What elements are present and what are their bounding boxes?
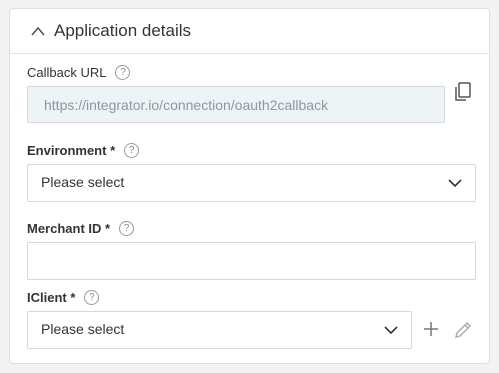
environment-label: Environment *: [27, 143, 116, 158]
plus-icon[interactable]: [423, 321, 439, 337]
chevron-up-icon[interactable]: [30, 25, 46, 37]
application-details-panel: Application details Callback URL ? https…: [9, 8, 490, 364]
iclient-label-row: IClient * ?: [27, 290, 100, 305]
merchant-id-input[interactable]: [27, 242, 476, 280]
chevron-down-icon: [384, 326, 398, 335]
help-icon[interactable]: ?: [115, 65, 131, 80]
iclient-selected-value: Please select: [41, 321, 125, 337]
callback-url-field[interactable]: https://integrator.io/connection/oauth2c…: [27, 86, 445, 123]
panel-header[interactable]: Application details: [10, 9, 489, 54]
environment-select[interactable]: Please select: [27, 164, 476, 202]
help-icon[interactable]: ?: [119, 221, 135, 236]
callback-url-label: Callback URL: [27, 65, 107, 80]
merchant-id-label-row: Merchant ID * ?: [27, 221, 135, 236]
help-icon[interactable]: ?: [124, 143, 140, 158]
panel-title: Application details: [54, 21, 192, 40]
environment-label-row: Environment * ?: [27, 143, 140, 158]
chevron-down-icon: [448, 179, 462, 188]
merchant-id-label: Merchant ID *: [27, 221, 111, 236]
iclient-label: IClient *: [27, 290, 76, 305]
iclient-select[interactable]: Please select: [27, 311, 412, 349]
environment-selected-value: Please select: [41, 174, 125, 190]
pencil-icon[interactable]: [452, 319, 474, 341]
callback-url-label-row: Callback URL ?: [27, 65, 131, 80]
callback-url-value: https://integrator.io/connection/oauth2c…: [44, 97, 329, 113]
copy-icon[interactable]: [453, 81, 473, 103]
help-icon[interactable]: ?: [84, 290, 100, 305]
